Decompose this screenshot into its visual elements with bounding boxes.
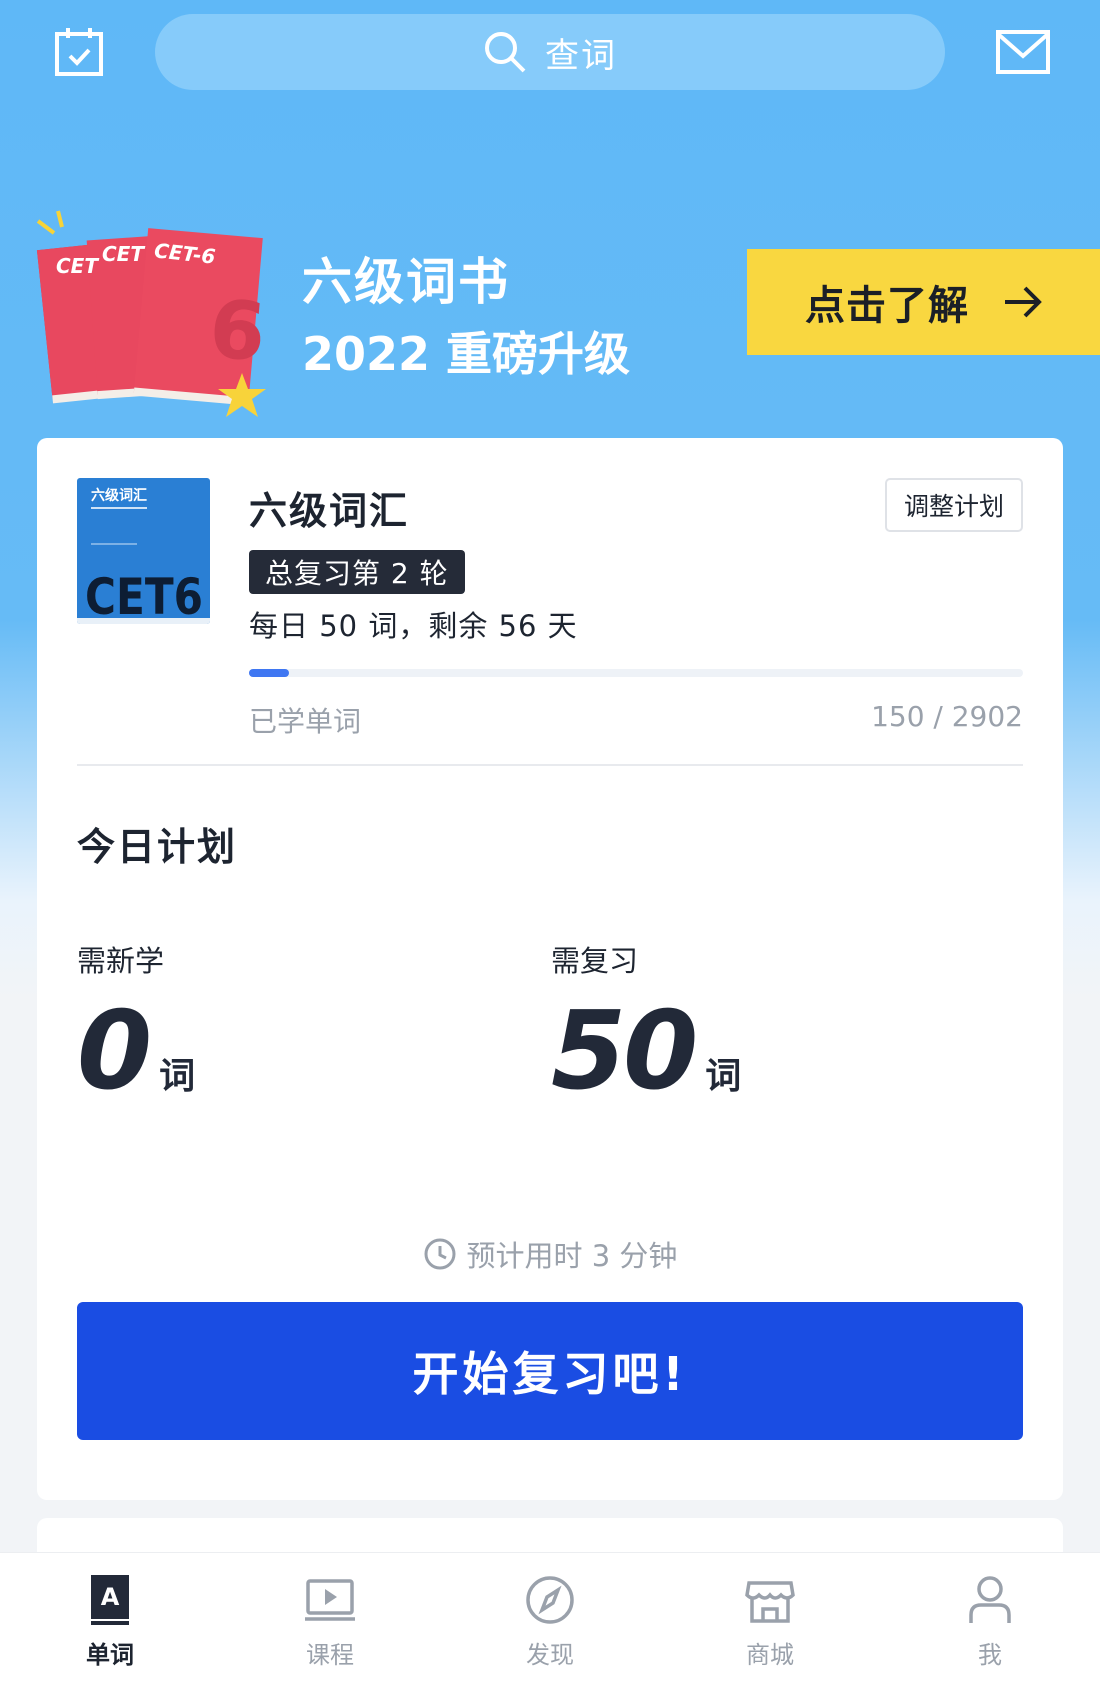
banner-title: 六级词书 [302, 253, 510, 311]
book-label-1: CET [56, 254, 99, 278]
review-round-badge: 总复习第 2 轮 [249, 550, 465, 594]
nav-label-store: 商城 [746, 1641, 794, 1669]
bottom-nav: A 单词 课程 发现 商城 我 [0, 1552, 1100, 1702]
nav-item-store[interactable]: 商城 [660, 1553, 880, 1702]
mail-icon[interactable] [996, 30, 1050, 74]
search-bar[interactable]: 查词 [155, 14, 945, 90]
learned-progress-fill [249, 669, 289, 677]
store-icon [745, 1581, 795, 1623]
today-plan-title: 今日计划 [77, 825, 238, 869]
review-words-stat: 50 词 [551, 998, 741, 1106]
word-book-icon: A [91, 1575, 129, 1625]
nav-label-words: 单词 [86, 1641, 134, 1669]
review-words-unit: 词 [705, 1056, 742, 1097]
review-words-count: 50 [551, 989, 698, 1114]
svg-text:A: A [101, 1583, 120, 1611]
person-icon [969, 1576, 1011, 1623]
nav-label-me: 我 [978, 1641, 1002, 1669]
banner-subtitle: 2022 重磅升级 [302, 327, 631, 381]
book-title: 六级词汇 [249, 489, 410, 533]
adjust-plan-button[interactable]: 调整计划 [885, 478, 1023, 532]
time-estimate: 预计用时 3 分钟 [37, 1233, 1063, 1275]
start-review-button[interactable]: 开始复习吧! [77, 1302, 1023, 1440]
time-estimate-text: 预计用时 3 分钟 [466, 1239, 678, 1273]
learned-progress-bar [249, 669, 1023, 677]
nav-item-courses[interactable]: 课程 [220, 1553, 440, 1702]
video-course-icon [305, 1579, 355, 1621]
review-words-label: 需复习 [551, 944, 639, 978]
study-card: 六级词汇 CET6 六级词汇 调整计划 总复习第 2 轮 每日 50 词，剩余 … [37, 438, 1063, 1500]
compass-icon [526, 1576, 574, 1624]
new-words-count: 0 [77, 989, 152, 1114]
clock-icon [424, 1238, 456, 1270]
cover-title: 六级词汇 [91, 487, 147, 504]
daily-plan-text: 每日 50 词，剩余 56 天 [249, 609, 578, 643]
book-label-2: CET [102, 242, 145, 266]
banner-cta-label: 点击了解 [805, 283, 969, 329]
divider [77, 764, 1023, 766]
books-illustration: 6 CET CET CET-6 [30, 205, 280, 425]
new-words-label: 需新学 [77, 944, 165, 978]
new-words-unit: 词 [159, 1056, 196, 1097]
nav-item-me[interactable]: 我 [880, 1553, 1100, 1702]
learned-label: 已学单词 [249, 705, 362, 738]
nav-item-discover[interactable]: 发现 [440, 1553, 660, 1702]
search-placeholder: 查词 [545, 35, 617, 76]
new-words-stat: 0 词 [77, 998, 195, 1106]
svg-text:6: 6 [206, 282, 270, 379]
top-bar: 查词 [0, 0, 1100, 110]
promo-banner[interactable]: 6 CET CET CET-6 六级词书 2022 重磅升级 点击了解 [0, 190, 1100, 430]
nav-label-discover: 发现 [526, 1641, 574, 1669]
nav-label-courses: 课程 [306, 1641, 354, 1669]
banner-cta-button[interactable]: 点击了解 [747, 249, 1100, 355]
book-cover[interactable]: 六级词汇 CET6 [77, 478, 210, 624]
learned-count: 150 / 2902 [871, 700, 1023, 733]
nav-item-words[interactable]: A 单词 [0, 1553, 220, 1702]
calendar-check-icon[interactable] [54, 26, 106, 78]
search-icon [485, 32, 526, 73]
arrow-right-icon [1005, 286, 1042, 318]
cover-big-text: CET6 [85, 568, 203, 624]
